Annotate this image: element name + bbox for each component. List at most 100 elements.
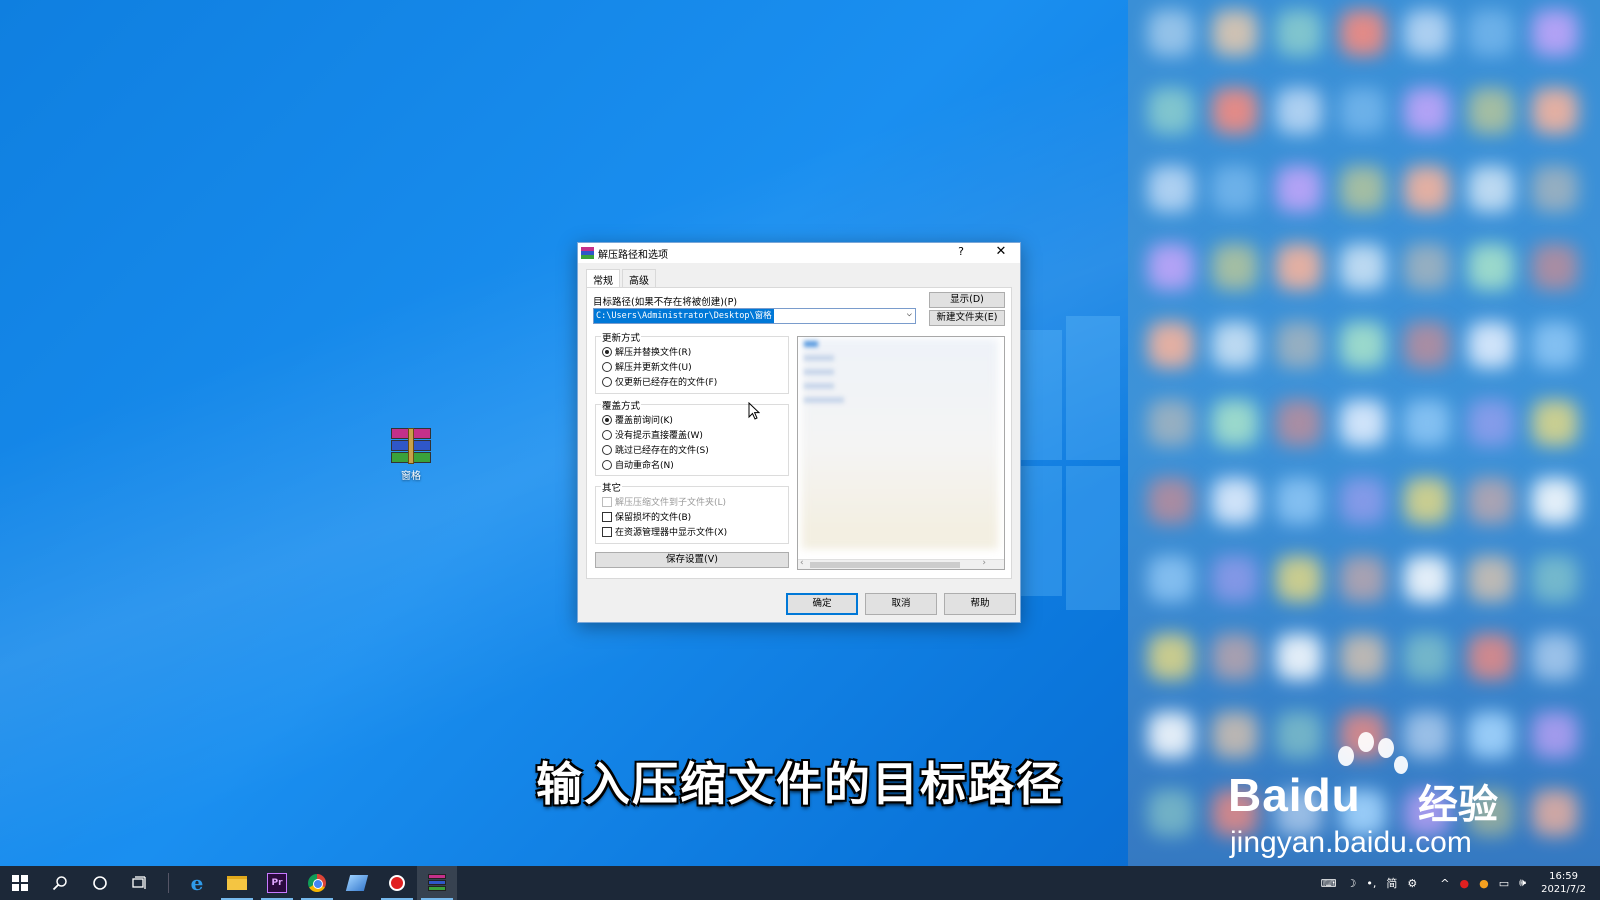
blurred-app-tile	[1404, 166, 1450, 212]
blurred-app-tile	[1468, 478, 1514, 524]
chrome-icon[interactable]	[297, 866, 337, 900]
checkbox	[602, 496, 612, 507]
blurred-app-tile	[1276, 10, 1322, 56]
task-view-icon[interactable]	[120, 866, 160, 900]
option-label: 解压压缩文件到子文件夹(L)	[615, 498, 727, 508]
radio-button[interactable]	[602, 346, 612, 357]
checkbox-show-in-explorer[interactable]: 在资源管理器中显示文件(X)	[602, 525, 727, 538]
tab-advanced[interactable]: 高级	[622, 269, 656, 287]
scrollbar-thumb[interactable]	[810, 562, 960, 568]
horizontal-scrollbar[interactable]: ‹ ›	[798, 558, 1004, 569]
blurred-app-tile	[1212, 244, 1258, 290]
blurred-app-tile	[1148, 556, 1194, 602]
blurred-app-tile	[1276, 556, 1322, 602]
input-mode-label[interactable]: 简	[1386, 875, 1397, 891]
premiere-pro-icon[interactable]: Pr	[257, 866, 297, 900]
settings-icon[interactable]: ⚙	[1407, 877, 1417, 890]
dialog-titlebar[interactable]: 解压路径和选项 ? ✕	[578, 243, 1020, 263]
blurred-app-tile	[1212, 88, 1258, 134]
new-folder-button[interactable]: 新建文件夹(E)	[929, 310, 1005, 326]
tree-node	[804, 383, 834, 389]
blurred-app-tile	[1532, 478, 1578, 524]
checkbox[interactable]	[602, 526, 612, 537]
scroll-left-icon[interactable]: ‹	[800, 558, 804, 568]
blurred-app-tile	[1532, 244, 1578, 290]
screen-recorder-icon[interactable]	[377, 866, 417, 900]
blurred-app-tile	[1340, 556, 1386, 602]
group-title: 其它	[601, 480, 623, 494]
chevron-down-icon[interactable]: ⌵	[907, 309, 912, 319]
blurred-app-tile	[1404, 10, 1450, 56]
blurred-app-tile	[1468, 88, 1514, 134]
blurred-app-tile	[1148, 634, 1194, 680]
cortana-icon[interactable]	[80, 866, 120, 900]
radio-button[interactable]	[602, 376, 612, 387]
search-icon[interactable]	[40, 866, 80, 900]
option-label: 没有提示直接覆盖(W)	[615, 431, 703, 441]
volume-icon[interactable]: 🕪	[1519, 876, 1526, 890]
blurred-app-tile	[1340, 400, 1386, 446]
record-indicator-icon[interactable]: ●	[1460, 877, 1470, 890]
blurred-app-tile	[1340, 244, 1386, 290]
moon-icon[interactable]: ☽	[1347, 877, 1357, 890]
radio-auto-rename[interactable]: 自动重命名(N)	[602, 458, 674, 471]
radio-extract-replace[interactable]: 解压并替换文件(R)	[602, 345, 691, 358]
radio-button[interactable]	[602, 361, 612, 372]
edge-browser-icon[interactable]: e	[177, 866, 217, 900]
folder-tree[interactable]: ‹ ›	[797, 336, 1005, 570]
blurred-app-tile	[1340, 478, 1386, 524]
radio-button[interactable]	[602, 459, 612, 470]
blurred-app-tile	[1212, 556, 1258, 602]
blurred-app-tile	[1532, 634, 1578, 680]
blurred-app-tile	[1340, 166, 1386, 212]
cancel-button[interactable]: 取消	[865, 593, 937, 615]
radio-overwrite-without-prompt[interactable]: 没有提示直接覆盖(W)	[602, 428, 703, 441]
blurred-app-tile	[1276, 244, 1322, 290]
winrar-taskbar-icon[interactable]	[417, 866, 457, 900]
winrar-icon	[581, 246, 594, 260]
show-button[interactable]: 显示(D)	[929, 292, 1005, 308]
app-tray-icon[interactable]: ●	[1479, 877, 1489, 890]
radio-extract-update[interactable]: 解压并更新文件(U)	[602, 360, 692, 373]
scroll-right-icon[interactable]: ›	[982, 558, 986, 568]
update-mode-group: 更新方式 解压并替换文件(R) 解压并更新文件(U) 仅更新已经存在的文件(F)	[595, 330, 789, 394]
help-button[interactable]: 帮助	[944, 593, 1016, 615]
blurred-app-tile	[1276, 478, 1322, 524]
blurred-app-tile	[1276, 88, 1322, 134]
checkbox-keep-broken-files[interactable]: 保留损坏的文件(B)	[602, 510, 691, 523]
tab-general[interactable]: 常规	[586, 269, 620, 287]
desktop-icon-archive[interactable]: 窗格	[384, 428, 438, 482]
blurred-app-tile	[1404, 322, 1450, 368]
tree-node	[804, 355, 834, 361]
blurred-app-tile	[1404, 88, 1450, 134]
blurred-app-tile	[1468, 400, 1514, 446]
radio-button[interactable]	[602, 444, 612, 455]
blurred-app-tile	[1532, 166, 1578, 212]
chevron-up-icon[interactable]: ^	[1440, 877, 1449, 890]
network-icon[interactable]: ▭	[1499, 877, 1509, 890]
blurred-app-tile	[1404, 244, 1450, 290]
folder-icon	[804, 341, 818, 347]
punctuation-icon[interactable]: •,	[1366, 877, 1376, 890]
path-input[interactable]: C:\Users\Administrator\Desktop\窗格 ⌵	[593, 308, 916, 324]
radio-ask-before-overwrite[interactable]: 覆盖前询问(K)	[602, 413, 673, 426]
taskbar-clock[interactable]: 16:59 2021/7/2	[1541, 870, 1586, 896]
windows-start-icon[interactable]	[0, 866, 40, 900]
radio-skip-existing[interactable]: 跳过已经存在的文件(S)	[602, 443, 709, 456]
help-icon[interactable]: ?	[954, 245, 968, 258]
radio-button[interactable]	[602, 429, 612, 440]
notes-app-icon[interactable]	[337, 866, 377, 900]
radio-button[interactable]	[602, 414, 612, 425]
save-settings-button[interactable]: 保存设置(V)	[595, 552, 789, 568]
blurred-app-tile	[1404, 634, 1450, 680]
close-icon[interactable]: ✕	[994, 244, 1008, 259]
keyboard-icon[interactable]: ⌨	[1321, 877, 1337, 890]
blurred-app-tile	[1532, 10, 1578, 56]
blurred-app-tile	[1468, 322, 1514, 368]
blurred-app-tile	[1148, 400, 1194, 446]
radio-update-existing[interactable]: 仅更新已经存在的文件(F)	[602, 375, 717, 388]
ok-button[interactable]: 确定	[786, 593, 858, 615]
file-explorer-icon[interactable]	[217, 866, 257, 900]
checkbox[interactable]	[602, 511, 612, 522]
option-label: 在资源管理器中显示文件(X)	[615, 528, 728, 538]
